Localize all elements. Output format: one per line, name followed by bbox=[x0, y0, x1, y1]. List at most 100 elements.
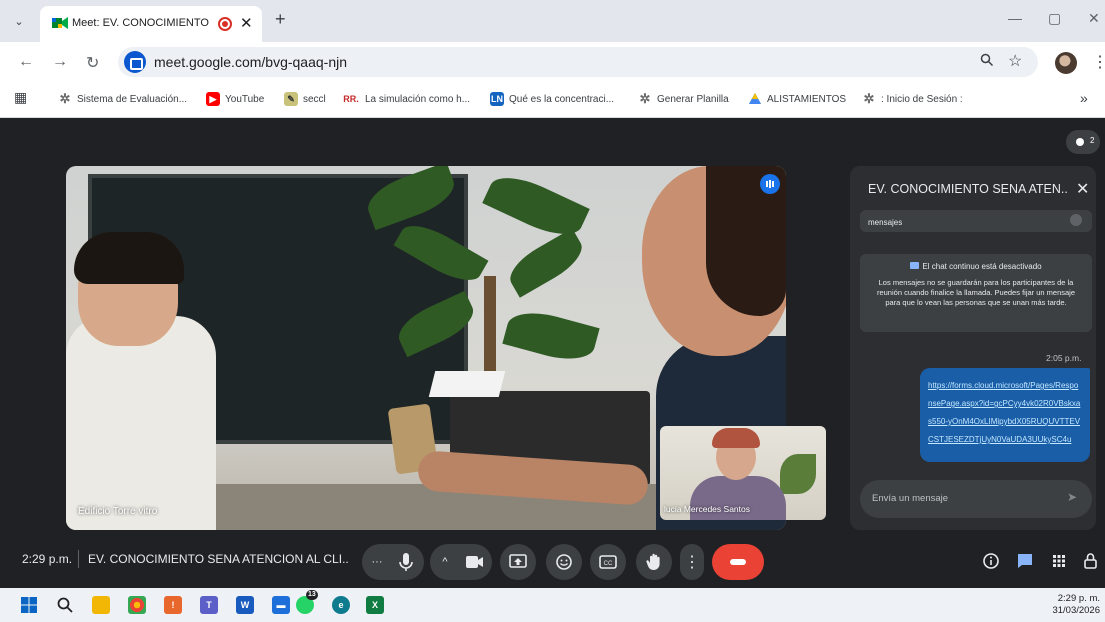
sena-icon: ✲ bbox=[639, 91, 651, 106]
person-icon bbox=[1076, 138, 1084, 146]
video-scene-paper bbox=[428, 371, 506, 397]
bookmark-item[interactable]: ✎ seccl bbox=[284, 92, 326, 106]
site-info-icon[interactable] bbox=[124, 51, 146, 73]
browser-menu-icon[interactable]: ⋮ bbox=[1092, 52, 1105, 72]
more-options-icon[interactable]: ⋮ bbox=[680, 544, 704, 580]
chat-message-input[interactable]: Envía un mensaje ➤ bbox=[860, 480, 1092, 518]
meet-stage: 2 Edificio Torre vitro lucia Mercedes Sa… bbox=[0, 118, 1105, 588]
new-tab-button[interactable]: + bbox=[275, 9, 286, 30]
browser-tab-meet[interactable]: Meet: EV. CONOCIMIENTO SE ✕ bbox=[40, 6, 262, 42]
app-icon[interactable]: ▬ bbox=[272, 596, 290, 614]
search-icon[interactable] bbox=[56, 596, 74, 614]
bookmark-item[interactable]: ALISTAMIENTOS bbox=[748, 92, 846, 106]
host-controls-icon[interactable] bbox=[1080, 550, 1102, 572]
bookmarks-bar: ▦ ✲ Sistema de Evaluación... ▶ YouTube ✎… bbox=[0, 82, 1105, 118]
excel-icon[interactable]: X bbox=[366, 596, 384, 614]
video-person-man-hair bbox=[74, 232, 184, 284]
drive-icon bbox=[749, 93, 761, 104]
chat-bubble-icon bbox=[910, 262, 920, 269]
close-window-button[interactable]: ✕ bbox=[1088, 10, 1100, 27]
chat-notice: El chat continuo está desactivado Los me… bbox=[860, 254, 1092, 332]
speaking-indicator-icon bbox=[760, 174, 780, 194]
chat-message: https://forms.cloud.microsoft/Pages/Resp… bbox=[920, 368, 1090, 462]
chat-panel: EV. CONOCIMIENTO SENA ATEN... ✕ mensajes… bbox=[850, 166, 1096, 530]
chat-setting-row: mensajes bbox=[860, 210, 1092, 232]
chat-panel-title: EV. CONOCIMIENTO SENA ATEN... bbox=[868, 182, 1068, 196]
chat-input-placeholder: Envía un mensaje bbox=[872, 493, 949, 504]
chat-icon[interactable] bbox=[1014, 550, 1036, 572]
video-scene-leaf bbox=[502, 305, 600, 367]
ln-icon: LN bbox=[490, 92, 504, 106]
chat-notice-title: El chat continuo está desactivado bbox=[870, 262, 1082, 271]
participants-button[interactable]: 2 bbox=[1066, 130, 1100, 154]
url-text[interactable]: meet.google.com/bvg-qaaq-njn bbox=[154, 54, 347, 70]
chat-setting-toggle[interactable] bbox=[1070, 214, 1082, 226]
windows-start-icon[interactable] bbox=[20, 596, 38, 614]
app-icon[interactable]: ! bbox=[164, 596, 182, 614]
back-arrow-icon[interactable]: ← bbox=[18, 53, 34, 71]
participant-count: 2 bbox=[1090, 136, 1095, 145]
present-screen-icon[interactable] bbox=[500, 544, 536, 580]
file-explorer-icon[interactable] bbox=[92, 596, 110, 614]
address-bar-row: ← → ↻ meet.google.com/bvg-qaaq-njn ☆ ⋮ bbox=[0, 42, 1105, 82]
send-icon[interactable]: ➤ bbox=[1067, 490, 1077, 504]
clock-date: 31/03/2026 bbox=[1052, 605, 1100, 616]
tab-title: Meet: EV. CONOCIMIENTO SE bbox=[72, 17, 212, 29]
browser-tab-bar: ⌄ Meet: EV. CONOCIMIENTO SE ✕ + — ▢ ✕ bbox=[0, 0, 1105, 42]
audio-options-icon[interactable]: ··· bbox=[366, 544, 388, 580]
apps-grid-icon[interactable]: ▦ bbox=[14, 89, 27, 106]
message-link[interactable]: https://forms.cloud.microsoft/Pages/Resp… bbox=[928, 381, 1080, 444]
whatsapp-badge: 13 bbox=[306, 590, 318, 600]
activities-icon[interactable] bbox=[1048, 550, 1070, 572]
bookmark-item[interactable]: ✲ Generar Planilla bbox=[638, 92, 729, 106]
raise-hand-icon[interactable] bbox=[636, 544, 672, 580]
divider bbox=[78, 550, 79, 568]
whatsapp-icon[interactable]: 13 bbox=[296, 590, 318, 614]
video-options-icon[interactable]: ^ bbox=[434, 544, 456, 580]
maximize-button[interactable]: ▢ bbox=[1048, 10, 1061, 27]
bookmark-item[interactable]: ✲ : Inicio de Sesión : bbox=[862, 92, 963, 106]
emoji-reaction-icon[interactable] bbox=[546, 544, 582, 580]
meeting-title: EV. CONOCIMIENTO SENA ATENCION AL CLI... bbox=[88, 552, 348, 566]
bookmark-item[interactable]: ✲ Sistema de Evaluación... bbox=[58, 91, 188, 106]
bookmark-item[interactable]: ▶ YouTube bbox=[206, 92, 264, 106]
profile-avatar[interactable] bbox=[1055, 52, 1077, 74]
meeting-info-icon[interactable] bbox=[980, 550, 1002, 572]
chat-notice-body: Los mensajes no se guardarán para los pa… bbox=[876, 278, 1076, 307]
pip-video-tile[interactable]: lucia Mercedes Santos bbox=[660, 426, 826, 520]
camera-icon[interactable] bbox=[456, 544, 492, 580]
sena-icon: ✲ bbox=[863, 91, 875, 106]
forward-arrow-icon[interactable]: → bbox=[52, 53, 68, 71]
end-call-button[interactable] bbox=[712, 544, 764, 580]
bookmarks-overflow-icon[interactable]: » bbox=[1080, 90, 1088, 106]
reload-icon[interactable]: ↻ bbox=[86, 53, 99, 73]
youtube-icon: ▶ bbox=[206, 92, 220, 106]
zoom-icon[interactable] bbox=[980, 53, 994, 67]
edge-icon[interactable]: e bbox=[332, 596, 350, 614]
captions-icon[interactable]: CC bbox=[590, 544, 626, 580]
teams-icon[interactable]: T bbox=[200, 596, 218, 614]
main-participant-name: Edificio Torre vitro bbox=[78, 506, 158, 517]
hang-up-icon bbox=[730, 559, 746, 565]
system-clock[interactable]: 2:29 p. m. 31/03/2026 bbox=[1040, 593, 1100, 617]
windows-taskbar: ! T W ▬ 13 e X 2:29 p. m. 31/03/2026 bbox=[0, 588, 1105, 622]
url-omnibox[interactable]: meet.google.com/bvg-qaaq-njn ☆ bbox=[118, 47, 1038, 77]
tab-close-icon[interactable]: ✕ bbox=[240, 14, 253, 32]
chat-setting-label: mensajes bbox=[868, 218, 903, 227]
seccl-icon: ✎ bbox=[284, 92, 298, 106]
close-chat-icon[interactable]: ✕ bbox=[1076, 179, 1089, 199]
video-person-man bbox=[66, 316, 216, 530]
microphone-icon[interactable] bbox=[388, 544, 424, 580]
minimize-button[interactable]: — bbox=[1008, 10, 1022, 26]
sena-icon: ✲ bbox=[59, 91, 71, 106]
chrome-icon[interactable] bbox=[128, 596, 146, 614]
bookmark-item[interactable]: LN Qué es la concentraci... bbox=[490, 92, 614, 106]
bookmark-item[interactable]: RR. La simulación como h... bbox=[342, 92, 470, 106]
bookmark-star-icon[interactable]: ☆ bbox=[1008, 51, 1022, 71]
message-timestamp: 2:05 p.m. bbox=[1046, 353, 1082, 363]
tab-search-button[interactable]: ⌄ bbox=[8, 10, 30, 32]
word-icon[interactable]: W bbox=[236, 596, 254, 614]
clock-time: 2:29 p. m. bbox=[1057, 593, 1100, 604]
pip-participant-name: lucia Mercedes Santos bbox=[664, 504, 750, 514]
pip-scene-plant bbox=[780, 454, 816, 494]
